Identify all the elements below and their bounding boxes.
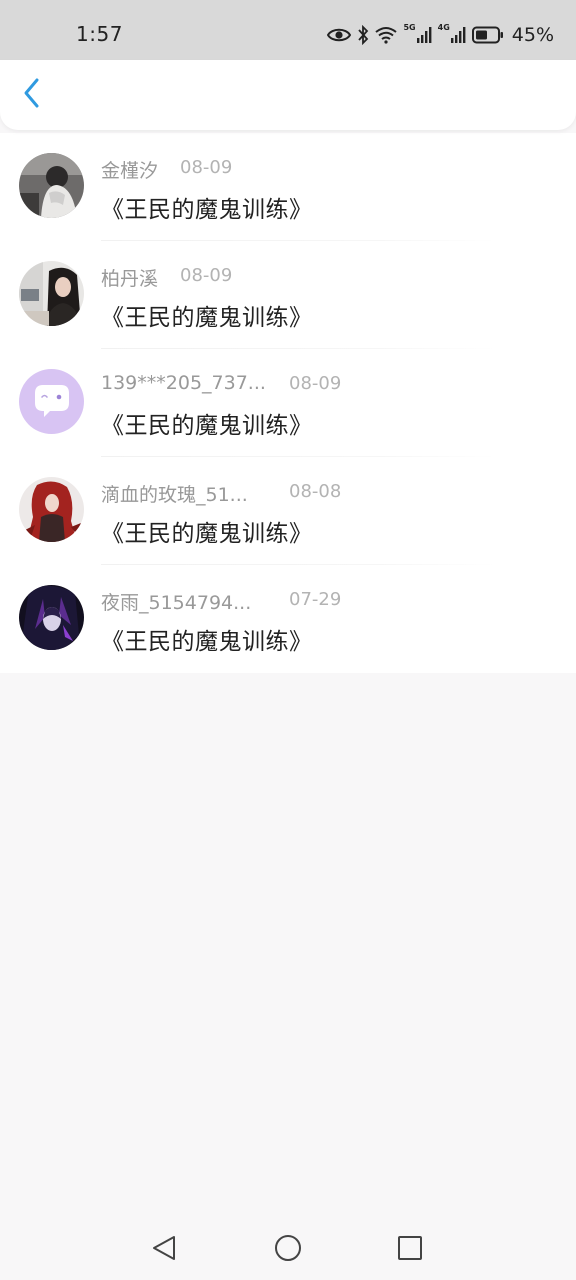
bluetooth-icon xyxy=(357,25,369,45)
comment-date: 08-09 xyxy=(289,373,342,394)
username: 滴血的玫瑰_51... xyxy=(101,484,248,506)
list-item[interactable]: 金槿汐 08-09 《王民的魔鬼训练》 xyxy=(0,133,576,241)
username: 夜雨_5154794... xyxy=(101,592,252,614)
header xyxy=(0,60,576,130)
avatar[interactable] xyxy=(19,585,84,650)
avatar[interactable] xyxy=(19,369,84,434)
back-button[interactable] xyxy=(10,70,54,120)
wifi-icon xyxy=(375,26,398,44)
book-title: 《王民的魔鬼训练》 xyxy=(101,197,313,223)
eye-icon xyxy=(327,27,352,43)
status-bar: 1:57 5G 4G 45% xyxy=(0,0,576,60)
network-type-4g: 4G xyxy=(437,22,450,32)
book-title: 《王民的魔鬼训练》 xyxy=(101,629,313,655)
nav-recents-button[interactable] xyxy=(394,1232,426,1264)
book-title: 《王民的魔鬼训练》 xyxy=(101,521,313,547)
list-item[interactable]: 滴血的玫瑰_51... 08-08 《王民的魔鬼训练》 xyxy=(0,457,576,565)
status-time: 1:57 xyxy=(76,22,123,46)
triangle-back-icon xyxy=(148,1236,180,1268)
system-nav-bar xyxy=(0,1216,576,1280)
square-recents-icon xyxy=(394,1236,426,1268)
comment-list: 金槿汐 08-09 《王民的魔鬼训练》 柏丹溪 08-09 《王民的魔鬼训练》 xyxy=(0,133,576,673)
comment-date: 07-29 xyxy=(289,589,342,610)
book-title: 《王民的魔鬼训练》 xyxy=(101,305,313,331)
nav-home-button[interactable] xyxy=(272,1232,304,1264)
comment-date: 08-09 xyxy=(180,157,233,178)
username: 139***205_737... xyxy=(101,372,266,394)
username: 金槿汐 xyxy=(101,160,159,182)
circle-home-icon xyxy=(272,1235,304,1268)
username: 柏丹溪 xyxy=(101,268,159,290)
list-item[interactable]: 柏丹溪 08-09 《王民的魔鬼训练》 xyxy=(0,241,576,349)
avatar[interactable] xyxy=(19,153,84,218)
network-type-5g: 5G xyxy=(403,22,416,32)
avatar[interactable] xyxy=(19,477,84,542)
book-title: 《王民的魔鬼训练》 xyxy=(101,413,313,439)
comment-date: 08-08 xyxy=(289,481,342,502)
nav-back-button[interactable] xyxy=(148,1232,180,1264)
battery-icon xyxy=(471,26,504,44)
status-icons: 5G 4G 45% xyxy=(327,22,554,48)
list-item[interactable]: 139***205_737... 08-09 《王民的魔鬼训练》 xyxy=(0,349,576,457)
battery-percent: 45% xyxy=(511,24,554,46)
signal-icon-1 xyxy=(416,26,432,44)
avatar[interactable] xyxy=(19,261,84,326)
comment-date: 08-09 xyxy=(180,265,233,286)
chevron-left-icon xyxy=(22,77,42,113)
list-item[interactable]: 夜雨_5154794... 07-29 《王民的魔鬼训练》 xyxy=(0,565,576,673)
signal-icon-2 xyxy=(450,26,466,44)
